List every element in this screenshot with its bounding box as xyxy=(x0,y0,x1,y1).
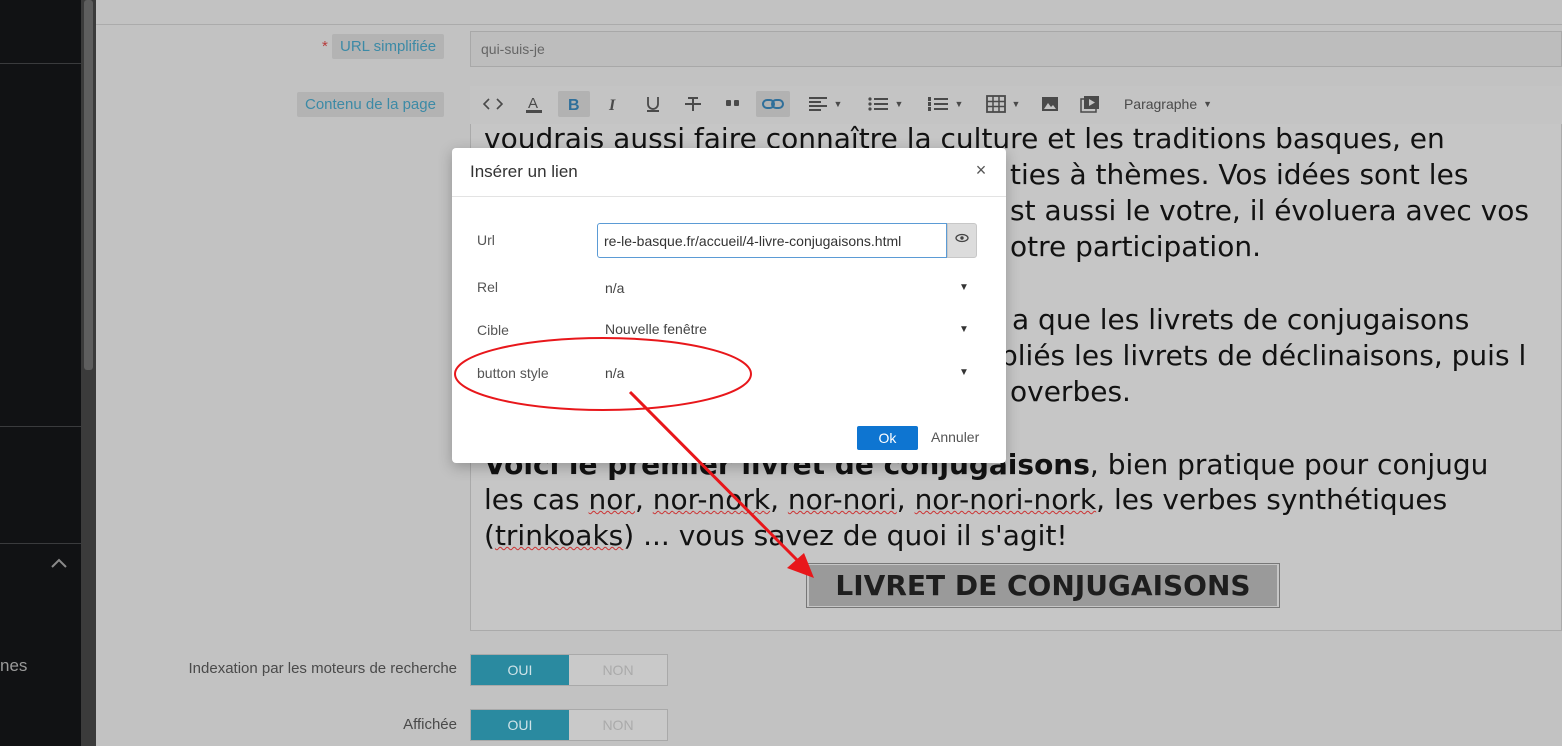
toggle-no[interactable]: NON xyxy=(569,655,667,685)
editor-text: , les verbes synthétiques xyxy=(1096,483,1448,516)
button-style-label: button style xyxy=(477,365,549,381)
sidebar-divider xyxy=(0,543,81,544)
media-icon[interactable] xyxy=(1076,91,1104,117)
misspelled-word: nor-nori xyxy=(787,483,897,516)
divider xyxy=(96,24,1562,25)
toggle-yes[interactable]: OUI xyxy=(471,655,569,685)
svg-text:B: B xyxy=(568,97,580,112)
editor-line: les cas nor, nor-nork, nor-nori, nor-nor… xyxy=(484,483,1447,516)
misspelled-word: nor xyxy=(588,483,635,516)
link-icon[interactable] xyxy=(756,91,790,117)
chevron-down-icon[interactable]: ▼ xyxy=(959,324,969,335)
dialog-divider xyxy=(452,196,1006,197)
chevron-down-icon[interactable]: ▼ xyxy=(959,282,969,293)
browse-icon[interactable] xyxy=(947,223,977,258)
ok-button[interactable]: Ok xyxy=(857,426,918,450)
editor-line: (trinkoaks) ... vous savez de quoi il s'… xyxy=(484,519,1068,552)
rel-label: Rel xyxy=(477,279,499,295)
bold-icon[interactable]: B xyxy=(558,91,590,117)
svg-text:A: A xyxy=(528,95,538,112)
quote-icon[interactable] xyxy=(720,91,746,117)
content-label-text: Contenu de la page xyxy=(297,92,444,117)
sidebar-item-label[interactable]: nes xyxy=(0,656,27,676)
editor-text: , xyxy=(896,483,915,516)
sidebar-divider xyxy=(0,426,81,427)
displayed-label: Affichée xyxy=(403,716,457,733)
rel-select[interactable]: n/a xyxy=(605,280,624,296)
paragraph-format-label: Paragraphe xyxy=(1123,96,1198,112)
chevron-down-icon[interactable]: ▼ xyxy=(959,367,969,378)
required-mark: * xyxy=(322,38,328,55)
scrollbar-thumb[interactable] xyxy=(84,0,93,370)
table-icon[interactable]: ▼ xyxy=(980,91,1026,117)
editor-text: , bien pratique pour conjugu xyxy=(1089,448,1489,481)
image-icon[interactable] xyxy=(1037,91,1063,117)
underline-icon[interactable] xyxy=(640,91,666,117)
dialog-title: Insérer un lien xyxy=(470,162,578,181)
toggle-yes[interactable]: OUI xyxy=(471,710,569,740)
url-field-label: * URL simplifiée xyxy=(322,34,445,59)
align-icon[interactable]: ▼ xyxy=(801,91,849,117)
target-label: Cible xyxy=(477,322,509,338)
editor-text: ) ... vous savez de quoi il s'agit! xyxy=(623,519,1068,552)
editor-line: st aussi le votre, il évoluera avec vos xyxy=(1010,194,1529,227)
editor-text: ( xyxy=(484,519,495,552)
strikethrough-icon[interactable] xyxy=(680,91,706,117)
indexation-toggle[interactable]: OUI NON xyxy=(470,654,668,686)
editor-text: les cas xyxy=(484,483,589,516)
svg-text:I: I xyxy=(608,97,616,112)
numbered-list-icon[interactable]: ▼ xyxy=(920,91,970,117)
editor-text: , xyxy=(634,483,653,516)
displayed-toggle[interactable]: OUI NON xyxy=(470,709,668,741)
close-icon[interactable]: × xyxy=(972,160,990,181)
source-code-icon[interactable] xyxy=(480,91,506,117)
left-sidebar xyxy=(0,0,81,746)
bullet-list-icon[interactable]: ▼ xyxy=(860,91,910,117)
url-label: Url xyxy=(477,232,495,248)
target-select[interactable]: Nouvelle fenêtre xyxy=(605,321,707,337)
misspelled-word: trinkoaks xyxy=(494,519,624,552)
livret-link-button[interactable]: LIVRET DE CONJUGAISONS xyxy=(809,565,1277,606)
editor-line: ties à thèmes. Vos idées sont les xyxy=(1010,158,1469,191)
editor-line: pliés les livrets de déclinaisons, puis … xyxy=(1000,339,1527,372)
sidebar-divider xyxy=(0,63,81,64)
content-field-label: Contenu de la page xyxy=(297,92,444,117)
misspelled-word: nor-nork xyxy=(652,483,771,516)
link-url-input[interactable]: re-le-basque.fr/accueil/4-livre-conjugai… xyxy=(597,223,947,258)
editor-text: , xyxy=(770,483,788,516)
editor-line: overbes. xyxy=(1010,375,1131,408)
italic-icon[interactable]: I xyxy=(600,91,626,117)
editor-line: a que les livrets de conjugaisons xyxy=(1012,303,1470,336)
url-slug-input[interactable]: qui-suis-je xyxy=(470,31,1562,67)
misspelled-word: nor-nori-nork xyxy=(914,483,1097,516)
editor-line: otre participation. xyxy=(1010,230,1261,263)
indexation-label: Indexation par les moteurs de recherche xyxy=(188,660,457,677)
url-label-text: URL simplifiée xyxy=(332,34,445,59)
toggle-no[interactable]: NON xyxy=(569,710,667,740)
text-color-icon[interactable]: A xyxy=(521,91,547,117)
cancel-button[interactable]: Annuler xyxy=(931,429,979,445)
chevron-up-icon[interactable] xyxy=(50,556,68,574)
paragraph-format-select[interactable]: Paragraphe ▼ xyxy=(1112,91,1224,117)
button-style-select[interactable]: n/a xyxy=(605,365,624,381)
